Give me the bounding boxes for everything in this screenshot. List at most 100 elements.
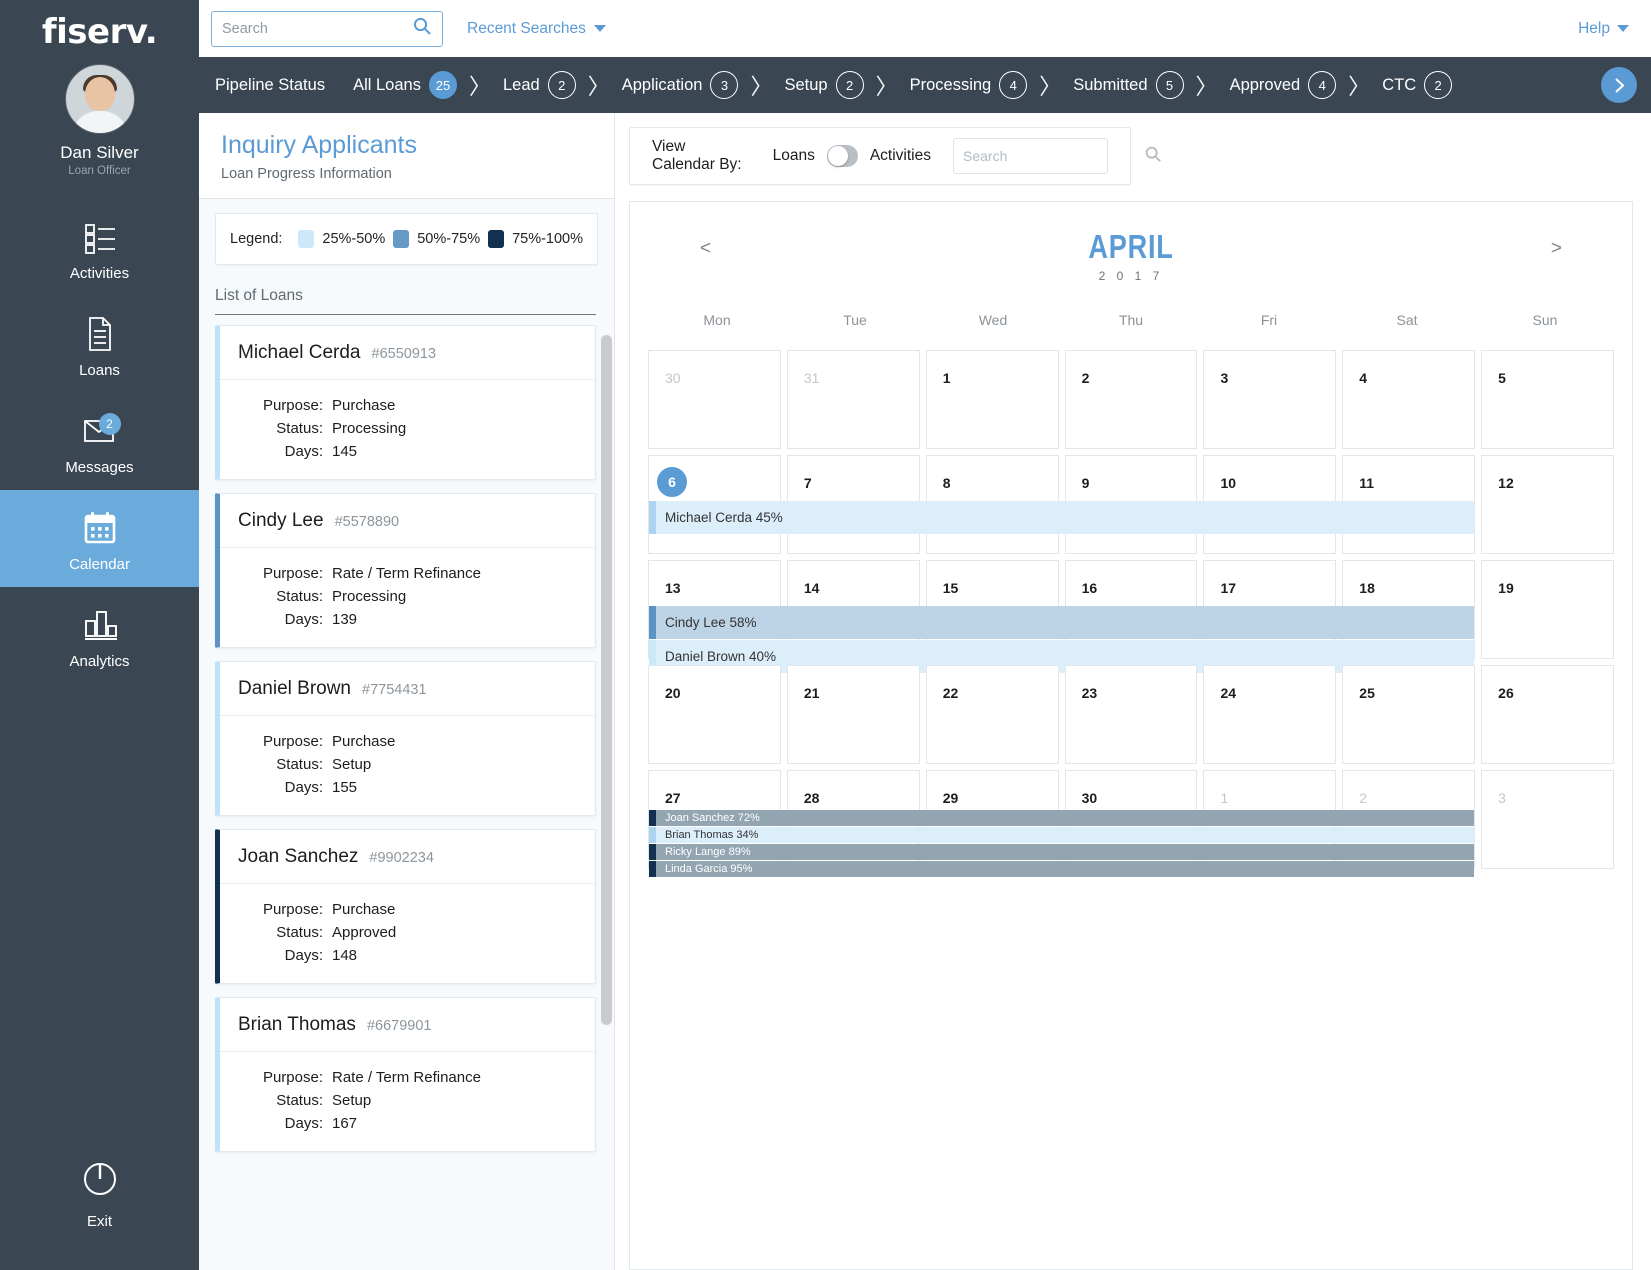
pipeline-stage-approved[interactable]: Approved 4 (1230, 71, 1337, 99)
calendar-search-input[interactable] (963, 148, 1144, 164)
pipeline-stage-processing[interactable]: Processing 4 (910, 71, 1028, 99)
calendar-day-number: 18 (1359, 580, 1375, 596)
calendar-day-cell[interactable]: 5 (1481, 350, 1615, 449)
loan-card[interactable]: Daniel Brown #7754431 Purpose: Purchase Stat… (215, 661, 596, 816)
calendar-event-bar[interactable]: Cindy Lee 58% (649, 606, 1475, 639)
calendar-day-cell[interactable]: 20 (648, 665, 781, 764)
calendar-day-cell[interactable]: 24 (1203, 665, 1337, 764)
pipeline-separator-icon: 〉 (587, 74, 610, 99)
loan-card[interactable]: Brian Thomas #6679901 Purpose: Rate / Term … (215, 997, 596, 1152)
loan-status-label: Status: (276, 924, 323, 941)
loan-days-row: Days: 148 (220, 944, 595, 967)
loan-status-row: Status: Setup (220, 753, 595, 776)
loan-days-label: Days: (284, 779, 323, 796)
sidebar-item-loans[interactable]: Loans (0, 296, 199, 393)
sidebar-item-messages[interactable]: 2 Messages (0, 393, 199, 490)
loan-number: #9902234 (369, 850, 434, 866)
loan-purpose-value: Purchase (332, 733, 396, 750)
sidebar-label-messages: Messages (65, 459, 134, 476)
search-input[interactable] (222, 20, 412, 37)
loan-days-value: 148 (332, 947, 358, 964)
calendar-day-cell[interactable]: 21 (786, 665, 920, 764)
calendar-day-cell[interactable]: 1 (925, 350, 1059, 449)
search-icon[interactable] (412, 16, 432, 41)
pipeline-next-button[interactable] (1601, 67, 1637, 103)
loan-list-scrollbar[interactable] (601, 321, 613, 1270)
pipeline-stage-label: Application (621, 75, 703, 94)
calendar-view-controls: View Calendar By: Loans Activities (629, 127, 1161, 185)
sidebar-item-calendar[interactable]: Calendar (0, 490, 199, 587)
calendar-day-cell[interactable]: 2 (1064, 350, 1198, 449)
loan-purpose-label: Purpose: (262, 1069, 323, 1086)
pipeline-separator-icon: 〉 (875, 74, 898, 99)
toggle-option-activities[interactable]: Activities (870, 147, 931, 165)
calendar-icon (77, 508, 123, 548)
pipeline-stage-application[interactable]: Application 3 (622, 71, 739, 99)
loan-card[interactable]: Joan Sanchez #9902234 Purpose: Purchase Stat… (215, 829, 596, 984)
loan-purpose-row: Purpose: Purchase (220, 394, 595, 417)
loan-card-body: Purpose: Rate / Term Refinance Status: Proc… (220, 548, 595, 647)
sidebar-item-activities[interactable]: Activities (0, 199, 199, 296)
calendar-search[interactable] (953, 138, 1161, 174)
checklist-icon (77, 217, 123, 257)
global-search[interactable] (211, 10, 443, 47)
legend-swatch-2 (393, 230, 410, 248)
day-of-week-thu: Thu (1118, 312, 1144, 328)
calendar-day-cell[interactable]: 23 (1064, 665, 1198, 764)
calendar-event-bar[interactable]: Ricky Lange 89% (649, 844, 1475, 860)
help-menu[interactable]: Help (1578, 20, 1629, 38)
power-icon (77, 1155, 123, 1206)
pipeline-stage-all-loans[interactable]: All Loans 25 (353, 71, 457, 99)
pipeline-stage-lead[interactable]: Lead 2 (503, 71, 576, 99)
loan-card-body: Purpose: Rate / Term Refinance Status: Setu… (220, 1052, 595, 1151)
toggle-option-loans[interactable]: Loans (773, 147, 815, 165)
next-month-button[interactable]: > (1551, 238, 1562, 260)
calendar-day-cell[interactable]: 22 (925, 665, 1059, 764)
pipeline-stage-setup[interactable]: Setup 2 (784, 71, 864, 99)
calendar-weeks: 30 31 1 2 3 4 5 6 7 8 9 10 11 12 Michael Cerda 45% 13 14… (648, 350, 1615, 877)
calendar-event-bar[interactable]: Michael Cerda 45% (649, 501, 1475, 534)
prev-month-button[interactable]: < (700, 238, 711, 260)
pipeline-separator-icon: 〉 (468, 74, 491, 99)
pipeline-separator-icon: 〉 (1195, 74, 1218, 99)
pipeline-stage-label: Approved (1229, 75, 1301, 94)
loan-card-list: Michael Cerda #6550913 Purpose: Purchase Sta… (199, 315, 614, 1270)
calendar-day-number: 20 (665, 685, 681, 701)
search-icon[interactable] (1144, 145, 1162, 168)
loan-status-value: Processing (332, 420, 407, 437)
day-of-week-sun: Sun (1532, 312, 1558, 328)
pipeline-stage-count: 2 (1424, 71, 1453, 99)
exit-button[interactable]: Exit (0, 1155, 199, 1230)
loan-list-scroll-thumb[interactable] (601, 335, 612, 1025)
loan-purpose-label: Purpose: (262, 397, 323, 414)
loan-purpose-row: Purpose: Rate / Term Refinance (220, 562, 595, 585)
pipeline-stage-ctc[interactable]: CTC 2 (1382, 71, 1453, 99)
loan-card[interactable]: Cindy Lee #5578890 Purpose: Rate / Term Ref… (215, 493, 596, 648)
loan-purpose-row: Purpose: Rate / Term Refinance (220, 1066, 595, 1089)
calendar-event-bar[interactable]: Linda Garcia 95% (649, 861, 1475, 877)
sidebar-item-analytics[interactable]: Analytics (0, 587, 199, 684)
calendar-day-cell[interactable]: 25 (1342, 665, 1476, 764)
page-subtitle: Loan Progress Information (221, 166, 392, 182)
pipeline-stage-submitted[interactable]: Submitted 5 (1073, 71, 1184, 99)
calendar-event-bar[interactable]: Joan Sanchez 72% (649, 810, 1475, 826)
loan-card[interactable]: Michael Cerda #6550913 Purpose: Purchase Sta… (215, 325, 596, 480)
loan-purpose-label: Purpose: (262, 733, 323, 750)
legend-label: Legend: (230, 231, 283, 247)
calendar-day-cell[interactable]: 26 (1481, 665, 1615, 764)
calendar-day-cell[interactable]: 4 (1342, 350, 1476, 449)
calendar-day-number: 13 (665, 580, 681, 596)
view-mode-toggle[interactable] (826, 145, 858, 167)
calendar-day-number: 23 (1081, 685, 1098, 701)
calendar-event-bar[interactable]: Brian Thomas 34% (649, 827, 1475, 843)
day-of-week-row: Mon Tue Wed Thu Fri Sat Sun (648, 312, 1614, 328)
calendar-day-cell[interactable]: 30 (648, 350, 781, 449)
calendar-day-cell[interactable]: 3 (1203, 350, 1337, 449)
calendar-day-cell[interactable]: 31 (786, 350, 920, 449)
loan-purpose-value: Rate / Term Refinance (332, 565, 481, 582)
envelope-icon: 2 (77, 411, 123, 451)
loan-days-label: Days: (284, 443, 323, 460)
avatar (64, 64, 135, 134)
sidebar-label-activities: Activities (69, 265, 130, 282)
recent-searches-dropdown[interactable]: Recent Searches (467, 20, 606, 38)
